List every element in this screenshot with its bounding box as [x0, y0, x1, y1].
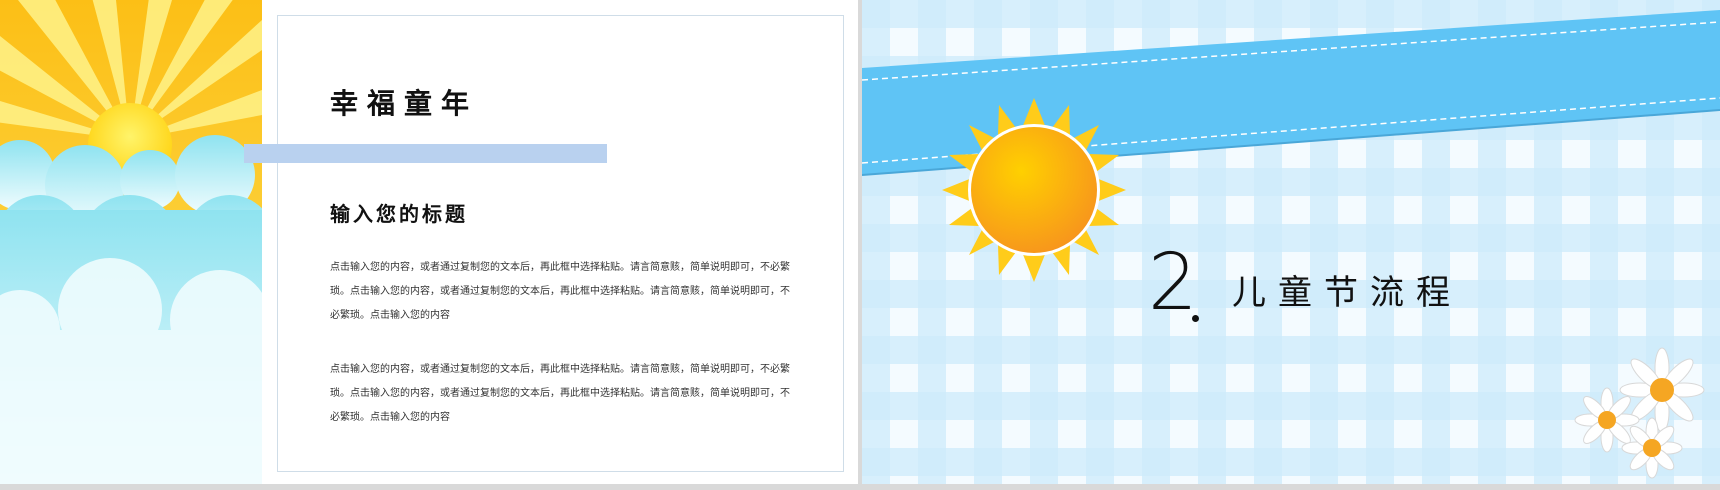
gingham-background — [862, 0, 1720, 484]
body-paragraph-2: 点击输入您的内容，或者通过复制您的文本后，再此框中选择粘贴。请言简意赅，简单说明… — [330, 364, 790, 423]
slide-title: 幸福童年 — [330, 87, 479, 120]
title-accent-bar — [244, 144, 607, 163]
section-number: 2 — [1148, 238, 1198, 328]
sun-cloud-illustration — [0, 0, 262, 484]
section-number-dot — [1192, 315, 1199, 322]
section-heading: 2 儿童节流程 — [862, 238, 1720, 328]
section-title: 儿童节流程 — [1232, 273, 1462, 313]
slide-right: 2 儿童节流程 — [862, 0, 1720, 484]
slide-left: 幸福童年 输入您的标题 点击输入您的内容，或者通过复制您的文本后，再此框中选择粘… — [0, 0, 858, 484]
slide-subtitle: 输入您的标题 — [330, 202, 468, 226]
body-paragraph-1: 点击输入您的内容，或者通过复制您的文本后，再此框中选择粘贴。请言简意赅，简单说明… — [330, 262, 790, 321]
